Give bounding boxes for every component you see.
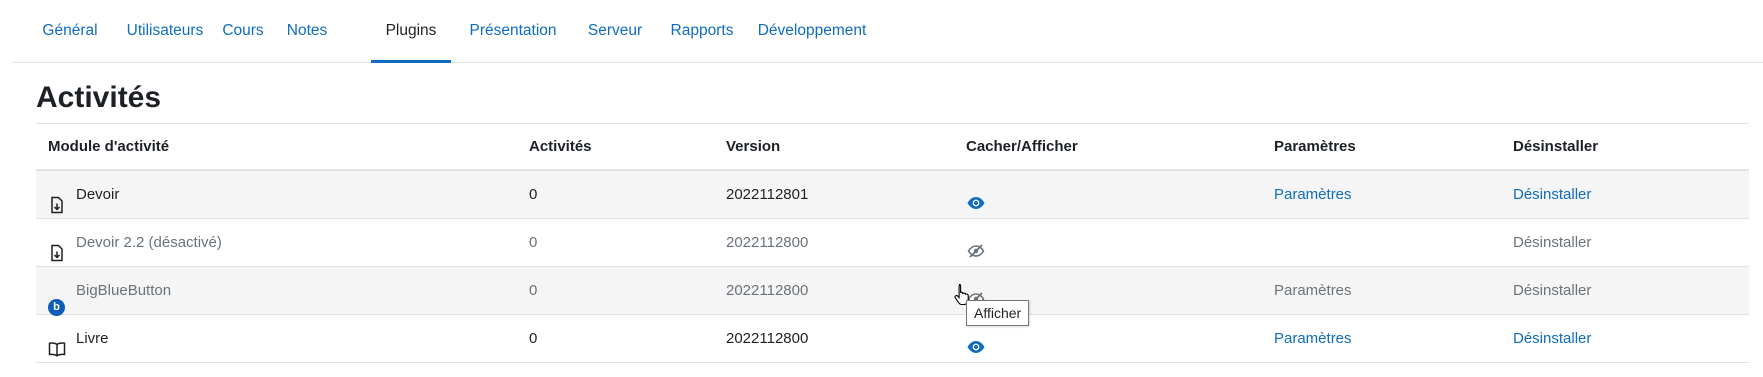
table-row: Devoir 2.2 (désactivé) 0 2022112800 Dési…	[36, 219, 1749, 267]
tab-server[interactable]: Serveur	[577, 0, 653, 63]
eye-slash-icon[interactable]	[966, 233, 986, 258]
tooltip: Afficher	[966, 300, 1030, 326]
module-name: Livre	[76, 330, 109, 347]
tab-grades[interactable]: Notes	[280, 0, 334, 63]
header-activities[interactable]: Activités	[529, 124, 592, 170]
uninstall-link[interactable]: Désinstaller	[1513, 171, 1591, 218]
activity-count: 0	[529, 282, 538, 299]
tab-general[interactable]: Général	[34, 0, 106, 63]
eye-icon[interactable]	[966, 185, 986, 209]
bbb-letter: b	[48, 299, 65, 316]
header-settings[interactable]: Paramètres	[1274, 124, 1356, 170]
header-module[interactable]: Module d'activité	[48, 124, 169, 170]
activity-count: 0	[529, 186, 538, 203]
module-name: Devoir 2.2 (désactivé)	[76, 234, 222, 251]
plugins-table: Module d'activité Activités Version Cach…	[36, 123, 1749, 363]
book-icon	[48, 330, 66, 357]
settings-link[interactable]: Paramètres	[1274, 267, 1352, 314]
bigbluebutton-icon: b	[48, 282, 66, 316]
admin-tabs: Général Utilisateurs Cours Notes Plugins…	[12, 0, 1763, 63]
uninstall-link[interactable]: Désinstaller	[1513, 219, 1591, 266]
settings-link[interactable]: Paramètres	[1274, 171, 1352, 218]
table-row: Devoir 0 2022112801 Paramètres Désinstal…	[36, 171, 1749, 219]
uninstall-link[interactable]: Désinstaller	[1513, 267, 1591, 314]
table-header: Module d'activité Activités Version Cach…	[36, 123, 1749, 171]
table-row: Livre 0 2022112800 Paramètres Désinstall…	[36, 315, 1749, 363]
version: 2022112800	[726, 282, 809, 299]
version: 2022112800	[726, 234, 809, 251]
settings-link[interactable]: Paramètres	[1274, 315, 1352, 362]
tab-users[interactable]: Utilisateurs	[114, 0, 216, 63]
activity-count: 0	[529, 234, 538, 251]
tab-reports[interactable]: Rapports	[662, 0, 742, 63]
tab-courses[interactable]: Cours	[216, 0, 270, 63]
assignment-icon	[48, 186, 66, 214]
header-visibility[interactable]: Cacher/Afficher	[966, 124, 1078, 170]
module-name: Devoir	[76, 186, 120, 203]
tab-plugins[interactable]: Plugins	[371, 0, 451, 63]
activity-count: 0	[529, 330, 538, 347]
tab-development[interactable]: Développement	[750, 0, 874, 63]
header-version[interactable]: Version	[726, 124, 780, 170]
header-uninstall[interactable]: Désinstaller	[1513, 124, 1598, 170]
assignment-icon	[48, 234, 66, 262]
module-name: BigBlueButton	[76, 282, 172, 299]
uninstall-link[interactable]: Désinstaller	[1513, 315, 1591, 362]
version: 2022112801	[726, 186, 809, 203]
page-title: Activités	[36, 81, 162, 114]
version: 2022112800	[726, 330, 809, 347]
table-row: b BigBlueButton 0 2022112800 Paramètres …	[36, 267, 1749, 316]
tab-appearance[interactable]: Présentation	[457, 0, 569, 63]
eye-icon[interactable]	[966, 329, 986, 353]
